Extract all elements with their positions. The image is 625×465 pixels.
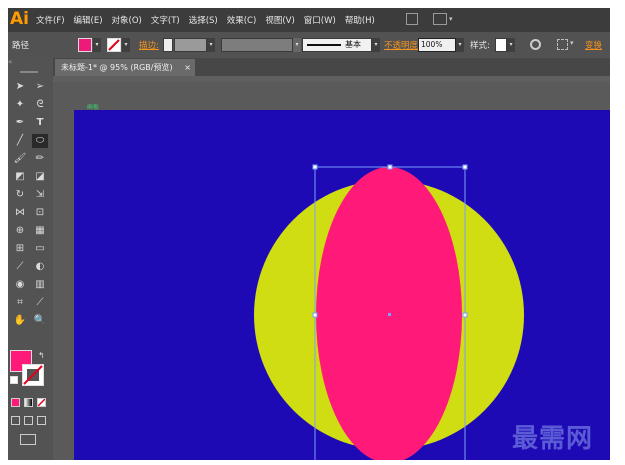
no-stroke-indicator-icon <box>23 365 43 385</box>
type-tool-icon[interactable]: T <box>32 116 48 130</box>
artwork <box>254 164 524 460</box>
recolor-artwork-icon[interactable] <box>530 39 541 50</box>
draw-normal-icon[interactable] <box>11 416 20 425</box>
menu-object[interactable]: 对象(O) <box>112 14 142 26</box>
document-tab-bar: 未标题-1* @ 95% (RGB/预览) × <box>53 58 610 76</box>
blend-tool-icon[interactable]: ◐ <box>32 260 48 274</box>
magic-wand-tool-icon[interactable]: ✦ <box>12 98 28 112</box>
align-dropdown-icon[interactable]: ▾ <box>570 39 574 47</box>
graphic-style-swatch[interactable] <box>495 38 507 52</box>
slice-tool-icon[interactable]: ⟋ <box>32 296 48 310</box>
shape-builder-tool-icon[interactable]: ⊕ <box>12 224 28 238</box>
color-mode-icon[interactable] <box>11 398 20 407</box>
menu-bar: Ai 文件(F) 编辑(E) 对象(O) 文字(T) 选择(S) 效果(C) 视… <box>8 8 610 32</box>
profile-dropdown-icon[interactable]: ▾ <box>293 38 301 52</box>
menu-list: 文件(F) 编辑(E) 对象(O) 文字(T) 选择(S) 效果(C) 视图(V… <box>36 14 384 26</box>
menu-view[interactable]: 视图(V) <box>265 14 294 26</box>
fill-swatch[interactable] <box>78 38 92 52</box>
column-graph-tool-icon[interactable]: ▥ <box>32 278 48 292</box>
bridge-icon[interactable] <box>406 13 418 25</box>
eraser-tool-icon[interactable]: ◪ <box>32 170 48 184</box>
stroke-weight-field[interactable] <box>174 38 207 52</box>
style-dropdown-icon[interactable]: ▾ <box>507 38 515 52</box>
document-tab[interactable]: 未标题-1* @ 95% (RGB/预览) × <box>55 59 195 76</box>
close-icon[interactable]: × <box>184 59 191 76</box>
handle-top-center <box>387 164 393 170</box>
control-bar: 路径 ▾ ▾ 描边: ▾ ▾ 基本 ▾ 不透明度 100% ▾ 样式: ▾ ▾ … <box>8 32 610 58</box>
document-tab-title: 未标题-1* @ 95% (RGB/预览) <box>61 63 173 72</box>
pen-tool-icon[interactable]: ✒ <box>12 116 28 130</box>
selection-type-label: 路径 <box>12 41 30 51</box>
ruler-strip <box>53 76 610 82</box>
pencil-tool-icon[interactable]: ✏ <box>32 152 48 166</box>
document-area: 未标题-1* @ 95% (RGB/预览) × 画板 <box>53 58 610 460</box>
artboard-tool-icon[interactable]: ⌗ <box>12 296 28 310</box>
swap-fill-stroke-icon[interactable]: ↰ <box>38 351 45 360</box>
width-tool-icon[interactable]: ⋈ <box>12 206 28 220</box>
panel-grip[interactable] <box>20 71 38 73</box>
zoom-tool-icon[interactable]: 🔍 <box>32 314 48 328</box>
symbol-sprayer-tool-icon[interactable]: ◉ <box>12 278 28 292</box>
stroke-color-swatch[interactable] <box>22 364 44 386</box>
direct-selection-tool-icon[interactable]: ➢ <box>32 80 48 94</box>
brush-name: 基本 <box>345 40 361 49</box>
arrange-dropdown-icon[interactable]: ▾ <box>449 15 453 23</box>
opacity-dropdown-icon[interactable]: ▾ <box>456 38 464 52</box>
align-icon[interactable] <box>557 39 568 50</box>
scale-tool-icon[interactable]: ⇲ <box>32 188 48 202</box>
none-mode-icon[interactable] <box>37 398 46 407</box>
menu-file[interactable]: 文件(F) <box>36 14 65 26</box>
ellipse-tool-icon[interactable]: ⬭ <box>32 134 48 148</box>
no-stroke-icon <box>108 39 120 51</box>
menu-select[interactable]: 选择(S) <box>189 14 218 26</box>
blob-brush-tool-icon[interactable]: ◩ <box>12 170 28 184</box>
handle-middle-right <box>462 312 468 318</box>
selection-tool-icon[interactable]: ➤ <box>12 80 28 94</box>
menu-edit[interactable]: 编辑(E) <box>74 14 103 26</box>
transform-link[interactable]: 变换 <box>585 39 602 51</box>
variable-width-profile[interactable] <box>221 38 293 52</box>
graphic-style-label: 样式: <box>470 41 490 51</box>
brush-dropdown-icon[interactable]: ▾ <box>372 38 380 52</box>
default-fill-stroke-icon[interactable] <box>10 376 18 384</box>
paintbrush-tool-icon[interactable]: 🖌 <box>12 152 28 166</box>
screen-mode-icon[interactable] <box>20 434 36 445</box>
center-point <box>388 313 391 316</box>
tools-panel: « ➤ ➢ ✦ ᘓ ✒ T ╱ ⬭ 🖌 ✏ ◩ ◪ ↻ ⇲ ⋈ ⊡ ⊕ ▦ ⊞ … <box>8 58 53 460</box>
gradient-mode-icon[interactable] <box>24 398 33 407</box>
stroke-swatch[interactable] <box>107 38 121 52</box>
handle-top-left <box>312 164 318 170</box>
stroke-weight-dropdown-icon[interactable]: ▾ <box>207 38 215 52</box>
line-segment-tool-icon[interactable]: ╱ <box>12 134 28 148</box>
draw-behind-icon[interactable] <box>24 416 33 425</box>
menu-effect[interactable]: 效果(C) <box>227 14 257 26</box>
free-transform-tool-icon[interactable]: ⊡ <box>32 206 48 220</box>
opacity-field[interactable]: 100% <box>418 38 456 52</box>
lasso-tool-icon[interactable]: ᘓ <box>32 98 48 112</box>
opacity-label[interactable]: 不透明度 <box>384 39 418 51</box>
panel-collapse-icon[interactable]: « <box>8 58 12 66</box>
eyedropper-tool-icon[interactable]: ⟋ <box>12 260 28 274</box>
watermark: 最需网 <box>512 424 594 454</box>
menu-window[interactable]: 窗口(W) <box>304 14 336 26</box>
stroke-weight-label[interactable]: 描边: <box>139 39 159 51</box>
arrange-documents-icon[interactable] <box>433 13 447 25</box>
handle-top-right <box>462 164 468 170</box>
mesh-tool-icon[interactable]: ⊞ <box>12 242 28 256</box>
handle-middle-left <box>312 312 318 318</box>
hand-tool-icon[interactable]: ✋ <box>12 314 28 328</box>
fill-dropdown-icon[interactable]: ▾ <box>93 38 101 52</box>
gradient-tool-icon[interactable]: ▭ <box>32 242 48 256</box>
artboard[interactable] <box>74 110 610 460</box>
menu-type[interactable]: 文字(T) <box>151 14 180 26</box>
perspective-grid-tool-icon[interactable]: ▦ <box>32 224 48 238</box>
brush-stroke-preview <box>307 44 341 46</box>
menu-help[interactable]: 帮助(H) <box>345 14 375 26</box>
brush-definition[interactable]: 基本 <box>302 38 372 52</box>
stroke-weight-stepper[interactable] <box>163 38 173 52</box>
stroke-dropdown-icon[interactable]: ▾ <box>122 38 130 52</box>
app-logo: Ai <box>10 9 29 29</box>
draw-inside-icon[interactable] <box>37 416 46 425</box>
rotate-tool-icon[interactable]: ↻ <box>12 188 28 202</box>
